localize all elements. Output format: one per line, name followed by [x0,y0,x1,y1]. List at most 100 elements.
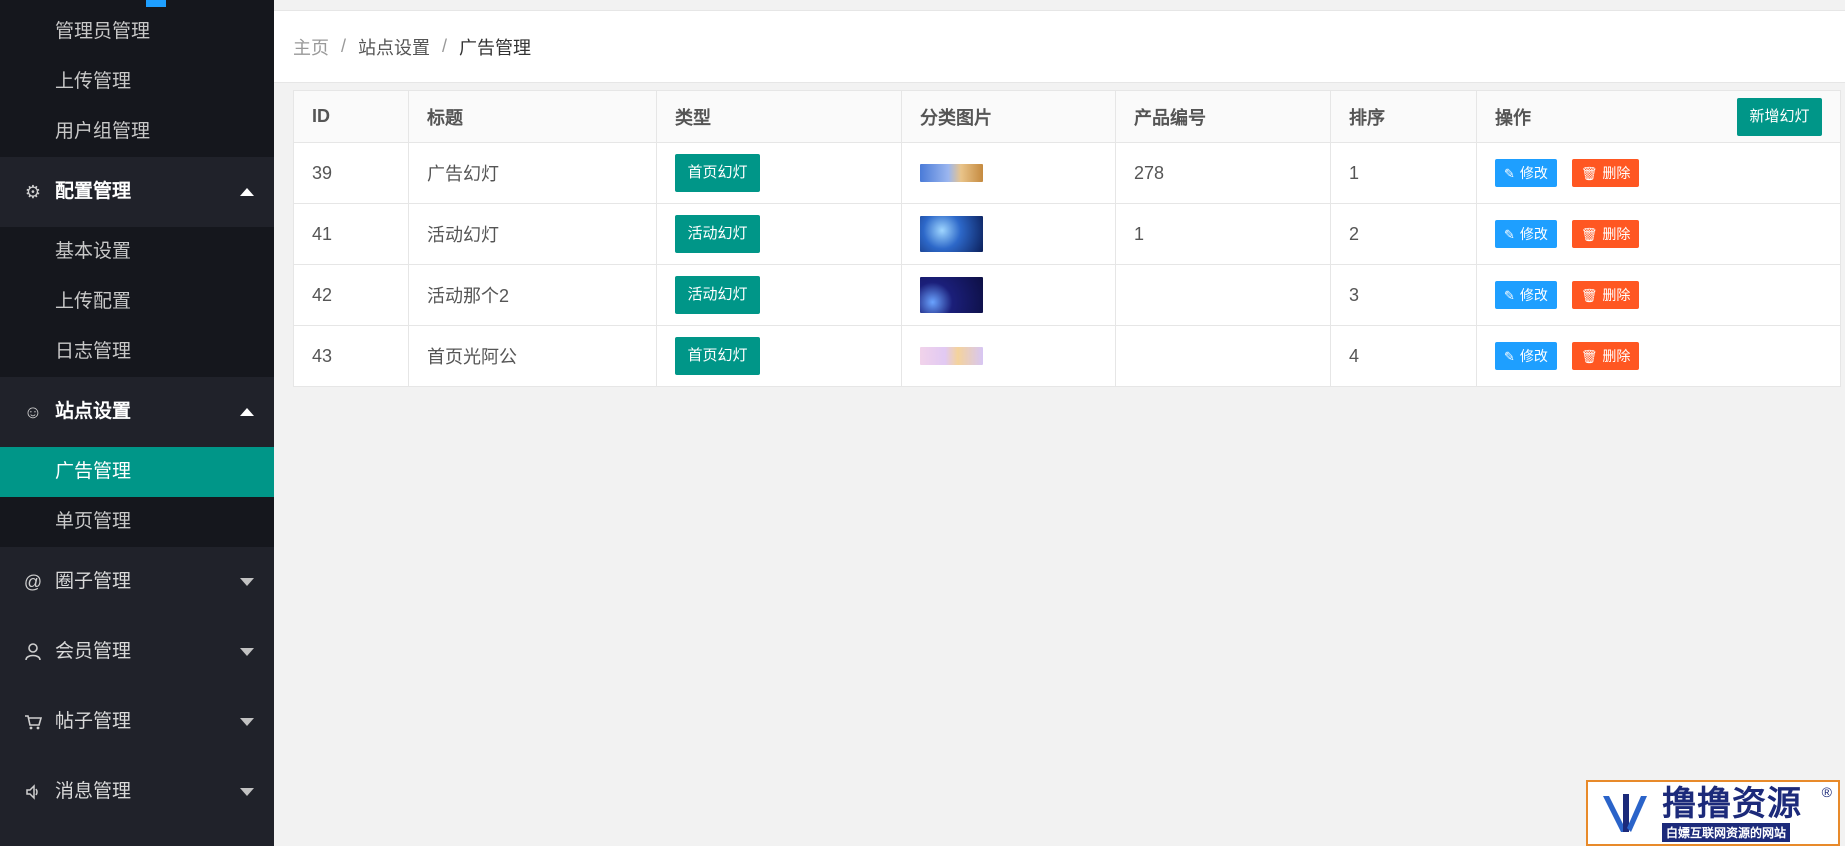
sidebar-menu-site-label: 站点设置 [55,401,132,422]
cell-product: 278 [1115,142,1331,204]
sidebar-menu-circle-label: 圈子管理 [55,571,132,592]
watermark-title: 撸撸资源 [1662,784,1802,823]
edit-label: 修改 [1519,165,1548,181]
sidebar-menu-circle[interactable]: @ 圈子管理 [0,547,274,617]
cell-type: 首页幻灯 [656,142,902,204]
type-badge[interactable]: 活动幻灯 [675,276,760,314]
pencil-icon: ✎ [1504,166,1515,181]
trash-icon: 🗑 [1580,349,1598,364]
cell-image [901,264,1116,326]
column-header-actions: 操作 新增幻灯 [1476,90,1841,143]
delete-button[interactable]: 🗑 删除 [1571,342,1640,370]
main-content: 主页 / 站点设置 / 广告管理 ID 标题 类型 分类图片 产品编号 排序 操… [274,0,1845,846]
cell-title: 首页光阿公 [408,325,657,387]
thumbnail-image[interactable] [920,216,983,252]
cell-actions: ✎ 修改 🗑 删除 [1476,142,1841,204]
breadcrumb-current: 广告管理 [459,37,532,58]
sidebar-item-ad-manage[interactable]: 广告管理 [0,447,274,497]
column-header-product: 产品编号 [1115,90,1331,143]
sidebar-menu-message-label: 消息管理 [55,781,132,802]
column-header-sort: 排序 [1330,90,1477,143]
add-slide-button[interactable]: 新增幻灯 [1737,98,1822,136]
sidebar-menu-message[interactable]: 消息管理 [0,757,274,827]
sidebar-item-log-manage[interactable]: 日志管理 [0,327,274,377]
chevron-down-icon [240,648,254,656]
delete-button[interactable]: 🗑 删除 [1571,281,1640,309]
column-header-title: 标题 [408,90,657,143]
cell-sort: 3 [1330,264,1477,326]
sidebar-menu-config[interactable]: ⚙ 配置管理 [0,157,274,227]
cell-title: 活动幻灯 [408,203,657,265]
ad-table: ID 标题 类型 分类图片 产品编号 排序 操作 新增幻灯 39 广告幻灯 首页… [293,90,1841,387]
sidebar-menu-config-label: 配置管理 [55,181,132,202]
cart-icon [23,687,43,757]
sidebar-item-upload-manage[interactable]: 上传管理 [0,57,274,107]
sidebar-menu-member-label: 会员管理 [55,641,132,662]
table-row: 41 活动幻灯 活动幻灯 1 2 ✎ 修改 🗑 删除 [293,203,1841,265]
thumbnail-image[interactable] [920,277,983,313]
sidebar-item-page-manage[interactable]: 单页管理 [0,497,274,547]
type-badge[interactable]: 首页幻灯 [675,337,760,375]
cell-image [901,325,1116,387]
delete-button[interactable]: 🗑 删除 [1571,220,1640,248]
sidebar-menu-post[interactable]: 帖子管理 [0,687,274,757]
watermark-text: 撸撸资源 白嫖互联网资源的网站 [1662,785,1838,842]
sidebar-menu-member[interactable]: 会员管理 [0,617,274,687]
table-row: 39 广告幻灯 首页幻灯 278 1 ✎ 修改 🗑 删除 [293,142,1841,204]
column-header-type: 类型 [656,90,902,143]
watermark-subtitle: 白嫖互联网资源的网站 [1662,822,1791,842]
edit-button[interactable]: ✎ 修改 [1495,281,1557,309]
delete-label: 删除 [1602,226,1631,242]
edit-label: 修改 [1519,287,1548,303]
edit-button[interactable]: ✎ 修改 [1495,342,1557,370]
table-row: 42 活动那个2 活动幻灯 3 ✎ 修改 🗑 删除 [293,264,1841,326]
delete-button[interactable]: 🗑 删除 [1571,159,1640,187]
edit-button[interactable]: ✎ 修改 [1495,220,1557,248]
table-header-row: ID 标题 类型 分类图片 产品编号 排序 操作 新增幻灯 [293,90,1841,143]
cell-id: 43 [293,325,409,387]
sidebar-item-usergroup-manage[interactable]: 用户组管理 [0,107,274,157]
pencil-icon: ✎ [1504,349,1515,364]
sidebar-item-basic-settings[interactable]: 基本设置 [0,227,274,277]
chevron-down-icon [240,788,254,796]
trash-icon: 🗑 [1580,227,1598,242]
cell-image [901,203,1116,265]
edit-button[interactable]: ✎ 修改 [1495,159,1557,187]
trash-icon: 🗑 [1580,166,1598,181]
sidebar-menu-site[interactable]: ☺ 站点设置 [0,377,274,447]
column-header-image: 分类图片 [901,90,1116,143]
delete-label: 删除 [1602,348,1631,364]
pencil-icon: ✎ [1504,227,1515,242]
pencil-icon: ✎ [1504,288,1515,303]
at-icon: @ [23,572,43,592]
delete-label: 删除 [1602,287,1631,303]
cell-product [1115,325,1331,387]
cell-sort: 4 [1330,325,1477,387]
type-badge[interactable]: 首页幻灯 [675,154,760,192]
column-header-actions-label: 操作 [1495,107,1531,128]
watermark-logo-icon [1588,782,1662,844]
cell-image [901,142,1116,204]
edit-label: 修改 [1519,226,1548,242]
chevron-up-icon [240,408,254,416]
cell-product: 1 [1115,203,1331,265]
cell-actions: ✎ 修改 🗑 删除 [1476,264,1841,326]
thumbnail-image[interactable] [920,347,983,365]
sidebar-item-admin-manage[interactable]: 管理员管理 [0,7,274,57]
sidebar-item-upload-config[interactable]: 上传配置 [0,277,274,327]
type-badge[interactable]: 活动幻灯 [675,215,760,253]
delete-label: 删除 [1602,165,1631,181]
breadcrumb: 主页 / 站点设置 / 广告管理 [274,10,1845,83]
cell-type: 首页幻灯 [656,325,902,387]
cell-title: 活动那个2 [408,264,657,326]
breadcrumb-home[interactable]: 主页 [293,34,329,60]
breadcrumb-section[interactable]: 站点设置 [358,34,430,60]
sidebar: 管理员管理 上传管理 用户组管理 ⚙ 配置管理 基本设置 上传配置 日志管理 ☺… [0,0,274,846]
cell-sort: 2 [1330,203,1477,265]
edit-label: 修改 [1519,348,1548,364]
cell-id: 39 [293,142,409,204]
cell-type: 活动幻灯 [656,203,902,265]
breadcrumb-separator: / [442,36,448,56]
cell-id: 42 [293,264,409,326]
thumbnail-image[interactable] [920,164,983,182]
